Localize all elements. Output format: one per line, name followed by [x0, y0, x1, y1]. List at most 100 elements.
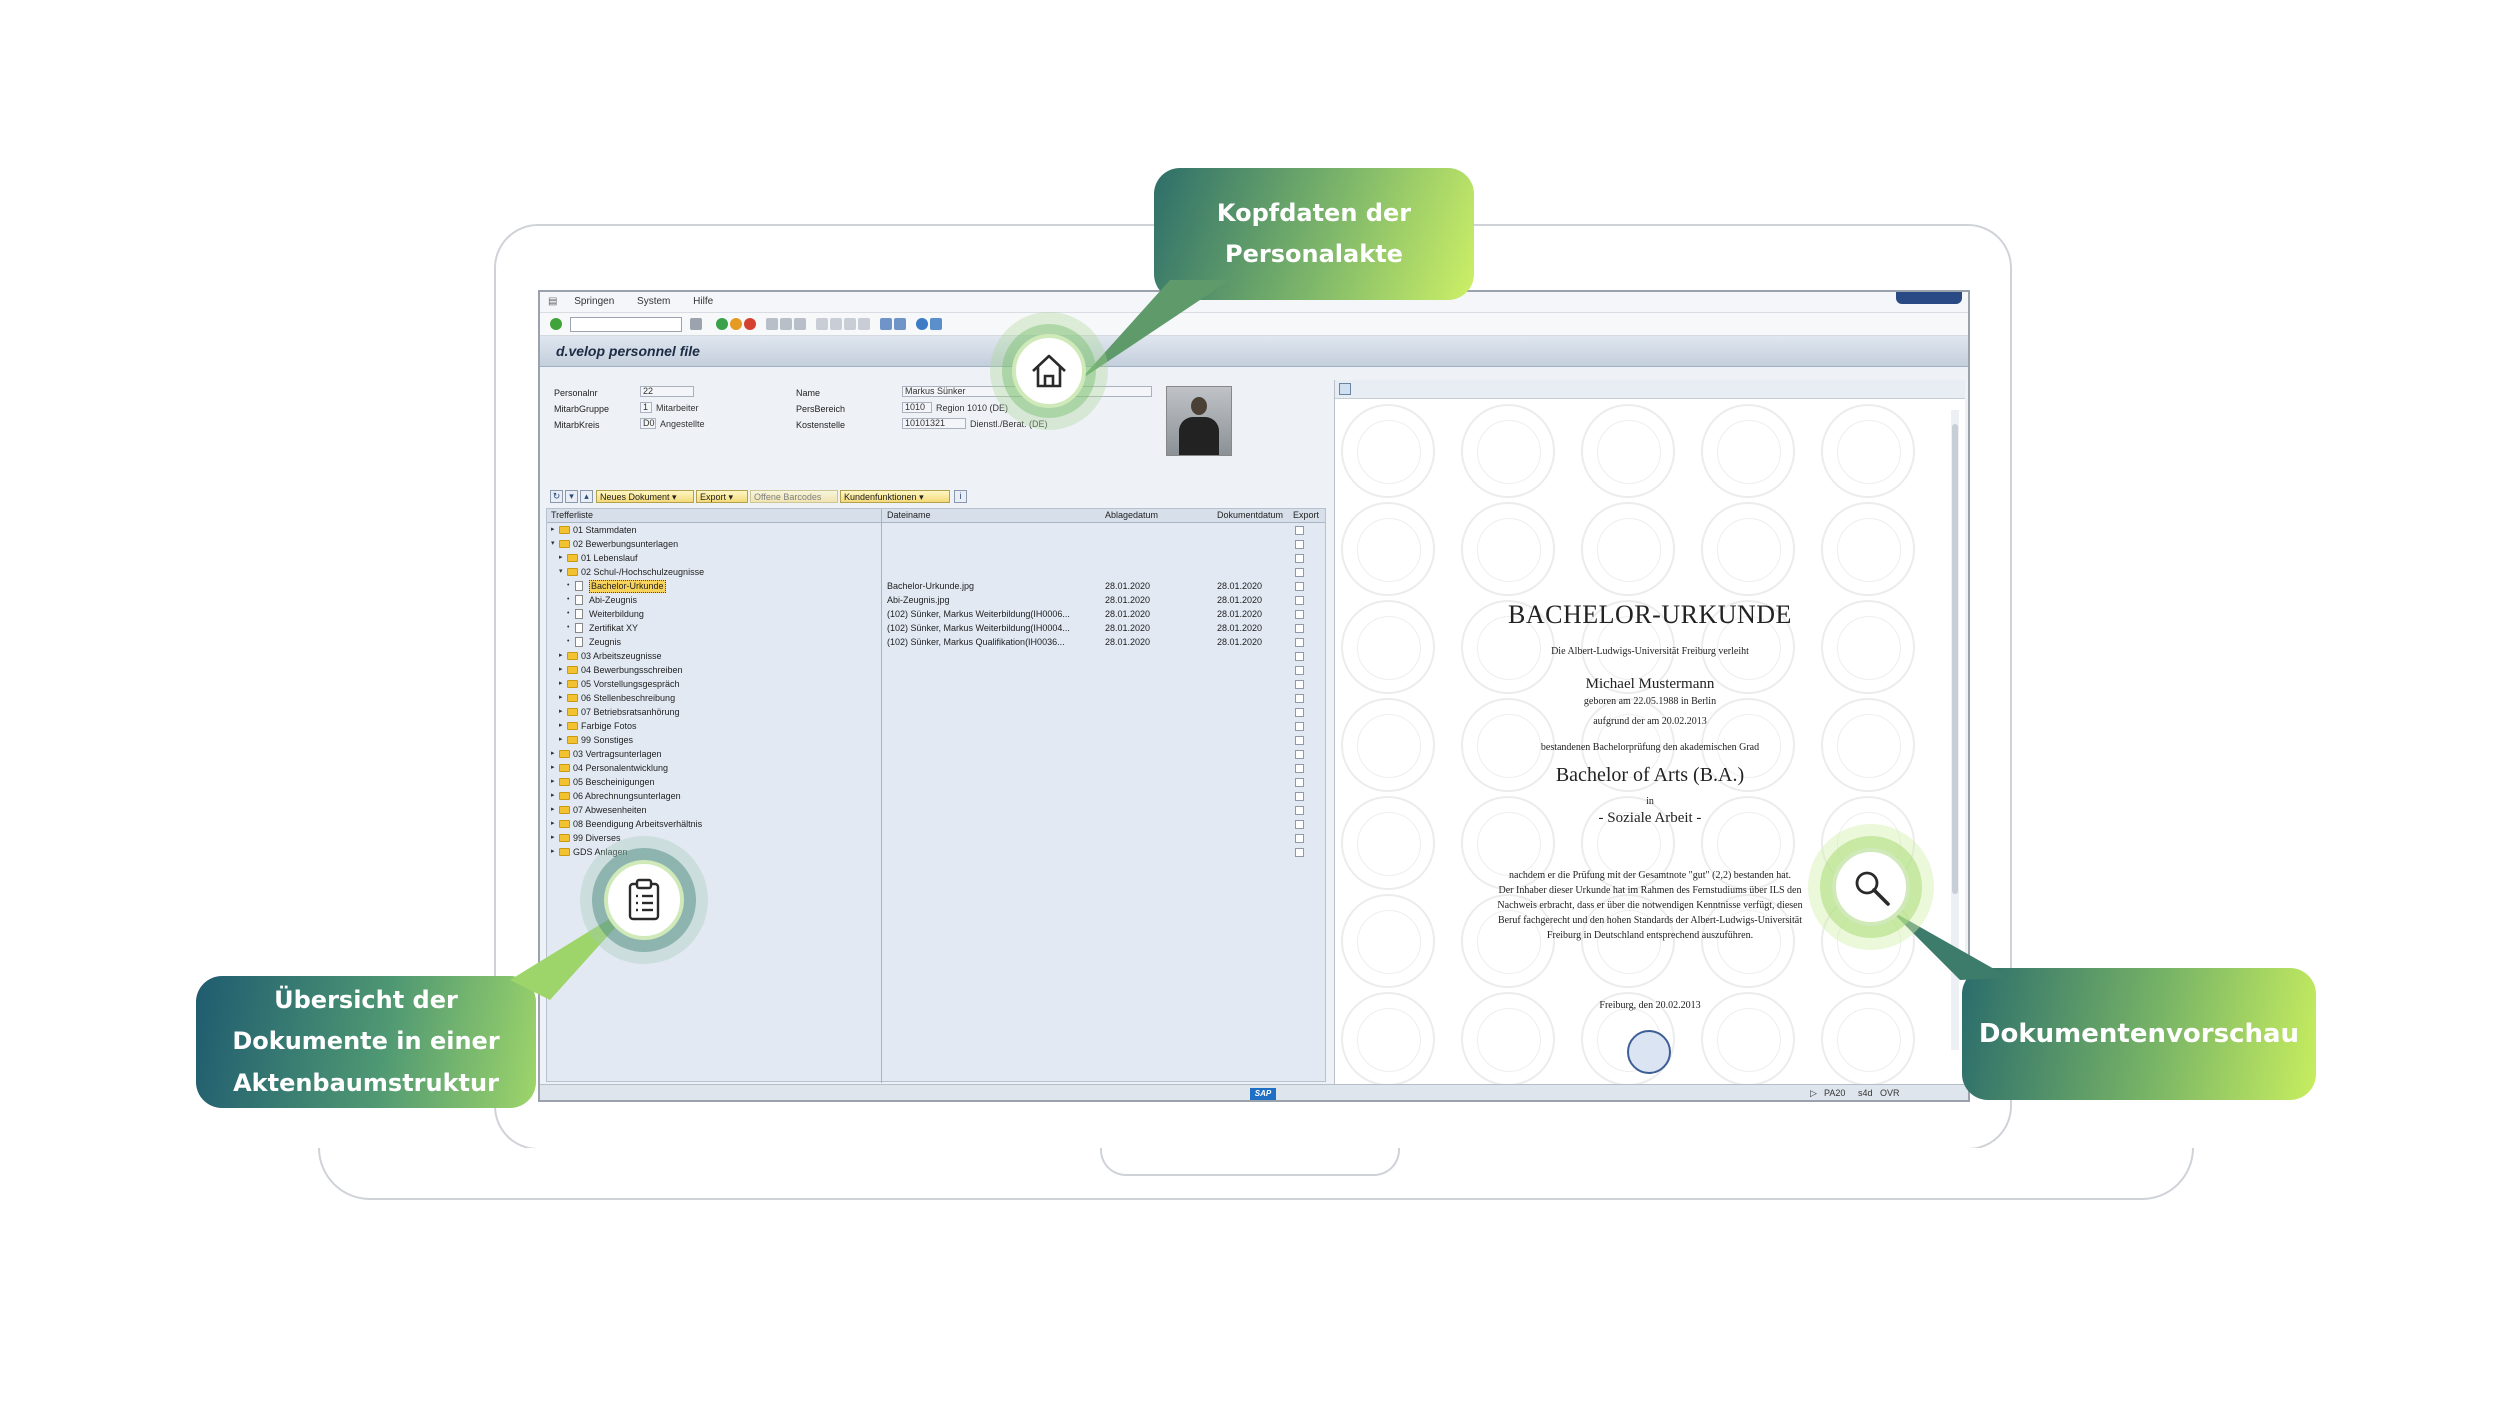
tree-folder-row[interactable]: ▸ 01 Lebenslauf: [547, 551, 1325, 565]
tree-item-label[interactable]: 01 Lebenslauf: [581, 551, 638, 565]
preview-window-icon[interactable]: [1339, 383, 1351, 395]
col-trefferliste[interactable]: Trefferliste: [551, 510, 593, 520]
tree-item-label[interactable]: 03 Vertragsunterlagen: [573, 747, 662, 761]
kostenstelle-code-field[interactable]: 10101321: [902, 418, 966, 429]
expand-arrow-icon[interactable]: ▸: [559, 677, 563, 691]
last-page-icon[interactable]: [858, 318, 870, 330]
tree-folder-row[interactable]: ▸ 04 Personalentwicklung: [547, 761, 1325, 775]
expand-arrow-icon[interactable]: ▸: [551, 761, 555, 775]
expand-arrow-icon[interactable]: ▸: [551, 747, 555, 761]
tree-item-label[interactable]: 06 Stellenbeschreibung: [581, 691, 675, 705]
tree-folder-row[interactable]: ▸ Farbige Fotos: [547, 719, 1325, 733]
tree-folder-row[interactable]: ▸ 05 Bescheinigungen: [547, 775, 1325, 789]
sap-menu-icon[interactable]: ▤: [548, 292, 557, 312]
menu-springen[interactable]: Springen: [574, 292, 614, 312]
tree-item-label[interactable]: 02 Schul-/Hochschulzeugnisse: [581, 565, 704, 579]
new-document-button[interactable]: Neues Dokument ▾: [596, 490, 694, 503]
export-checkbox[interactable]: [1295, 666, 1304, 675]
tree-document-row[interactable]: • Abi-Zeugnis Abi-Zeugnis.jpg 28.01.2020 28.…: [547, 593, 1325, 607]
export-checkbox[interactable]: [1295, 540, 1304, 549]
window-controls[interactable]: [1896, 292, 1962, 304]
tree-folder-row[interactable]: ▾ 02 Bewerbungsunterlagen: [547, 537, 1325, 551]
tree-document-row[interactable]: • Zeugnis (102) Sünker, Markus Qualifikati…: [547, 635, 1325, 649]
layout-icon[interactable]: [930, 318, 942, 330]
preview-scrollbar-thumb[interactable]: [1952, 424, 1958, 894]
customer-functions-button[interactable]: Kundenfunktionen ▾: [840, 490, 950, 503]
expand-arrow-icon[interactable]: ▸: [551, 789, 555, 803]
expand-arrow-icon[interactable]: ▸: [559, 551, 563, 565]
expand-arrow-icon[interactable]: ▸: [559, 691, 563, 705]
export-checkbox[interactable]: [1295, 834, 1304, 843]
export-checkbox[interactable]: [1295, 554, 1304, 563]
tree-item-label[interactable]: 05 Vorstellungsgespräch: [581, 677, 680, 691]
expand-arrow-icon[interactable]: ▸: [551, 775, 555, 789]
export-checkbox[interactable]: [1295, 638, 1304, 647]
tree-document-row[interactable]: • Zertifikat XY (102) Sünker, Markus Weite…: [547, 621, 1325, 635]
status-transaction[interactable]: PA20: [1824, 1088, 1845, 1098]
export-checkbox[interactable]: [1295, 708, 1304, 717]
export-checkbox[interactable]: [1295, 722, 1304, 731]
tree-item-label[interactable]: 05 Bescheinigungen: [573, 775, 655, 789]
export-checkbox[interactable]: [1295, 792, 1304, 801]
expand-arrow-icon[interactable]: ▸: [551, 803, 555, 817]
tree-document-row[interactable]: • Bachelor-Urkunde Bachelor-Urkunde.jpg 28.…: [547, 579, 1325, 593]
tree-folder-row[interactable]: ▸ 07 Betriebsratsanhörung: [547, 705, 1325, 719]
personalnr-field[interactable]: 22: [640, 386, 694, 397]
col-dateiname[interactable]: Dateiname: [887, 510, 931, 520]
tree-item-label[interactable]: Bachelor-Urkunde: [589, 580, 666, 593]
tree-folder-row[interactable]: ▸ 03 Arbeitszeugnisse: [547, 649, 1325, 663]
expand-arrow-icon[interactable]: ▸: [551, 831, 555, 845]
open-barcodes-button[interactable]: Offene Barcodes: [750, 490, 838, 503]
menu-hilfe[interactable]: Hilfe: [693, 292, 713, 312]
help-icon[interactable]: [916, 318, 928, 330]
tree-item-label[interactable]: 03 Arbeitszeugnisse: [581, 649, 662, 663]
export-checkbox[interactable]: [1295, 526, 1304, 535]
tree-item-label[interactable]: 01 Stammdaten: [573, 523, 637, 537]
next-page-icon[interactable]: [844, 318, 856, 330]
bullet-icon[interactable]: •: [567, 593, 569, 607]
expand-arrow-icon[interactable]: ▸: [551, 817, 555, 831]
tree-folder-row[interactable]: ▾ 02 Schul-/Hochschulzeugnisse: [547, 565, 1325, 579]
persbereich-code-field[interactable]: 1010: [902, 402, 932, 413]
export-checkbox[interactable]: [1295, 694, 1304, 703]
tree-item-label[interactable]: Farbige Fotos: [581, 719, 637, 733]
expand-arrow-icon[interactable]: ▸: [551, 523, 555, 537]
export-checkbox[interactable]: [1295, 568, 1304, 577]
refresh-icon[interactable]: ↻: [550, 490, 563, 503]
tree-item-label[interactable]: Abi-Zeugnis: [589, 593, 637, 607]
expand-icon[interactable]: ▾: [565, 490, 578, 503]
tree-item-label[interactable]: Zeugnis: [589, 635, 621, 649]
tree-folder-row[interactable]: ▸ 03 Vertragsunterlagen: [547, 747, 1325, 761]
expand-arrow-icon[interactable]: ▸: [559, 733, 563, 747]
export-checkbox[interactable]: [1295, 736, 1304, 745]
collapse-arrow-icon[interactable]: ▾: [559, 565, 563, 579]
tree-folder-row[interactable]: ▸ 06 Abrechnungsunterlagen: [547, 789, 1325, 803]
col-export[interactable]: Export: [1293, 510, 1319, 520]
print-icon[interactable]: [766, 318, 778, 330]
expand-arrow-icon[interactable]: ▸: [559, 705, 563, 719]
col-dokumentdatum[interactable]: Dokumentdatum: [1217, 510, 1283, 520]
export-checkbox[interactable]: [1295, 820, 1304, 829]
export-checkbox[interactable]: [1295, 610, 1304, 619]
export-checkbox[interactable]: [1295, 806, 1304, 815]
tree-item-label[interactable]: 07 Betriebsratsanhörung: [581, 705, 680, 719]
export-button[interactable]: Export ▾: [696, 490, 748, 503]
save-icon[interactable]: [690, 318, 702, 330]
export-checkbox[interactable]: [1295, 764, 1304, 773]
status-play-icon[interactable]: ▷: [1810, 1088, 1817, 1099]
find-icon[interactable]: [780, 318, 792, 330]
tree-item-label[interactable]: 04 Bewerbungsschreiben: [581, 663, 683, 677]
find-next-icon[interactable]: [794, 318, 806, 330]
command-field[interactable]: [570, 317, 682, 332]
mitarbkreis-code-field[interactable]: D0: [640, 418, 656, 429]
tree-folder-row[interactable]: ▸ 06 Stellenbeschreibung: [547, 691, 1325, 705]
tree-folder-row[interactable]: ▸ 07 Abwesenheiten: [547, 803, 1325, 817]
export-checkbox[interactable]: [1295, 624, 1304, 633]
export-checkbox[interactable]: [1295, 596, 1304, 605]
new-session-icon[interactable]: [880, 318, 892, 330]
first-page-icon[interactable]: [816, 318, 828, 330]
export-checkbox[interactable]: [1295, 582, 1304, 591]
mitarbgruppe-code-field[interactable]: 1: [640, 402, 652, 413]
enter-icon[interactable]: [550, 318, 562, 330]
status-mode[interactable]: OVR: [1880, 1088, 1900, 1098]
